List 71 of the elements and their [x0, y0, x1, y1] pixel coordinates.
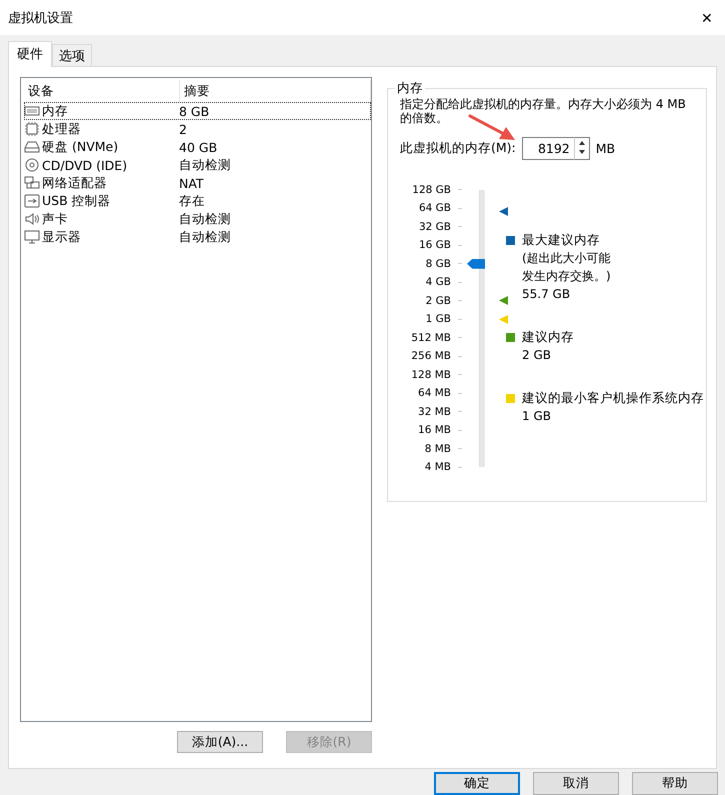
legend-label: 建议内存: [522, 329, 574, 346]
memory-chip-icon: [24, 104, 40, 118]
legend-label: 建议的最小客户机操作系统内存: [522, 390, 704, 408]
scale-label: 8 MB: [424, 442, 451, 455]
unit-label: MB: [596, 141, 616, 156]
legend-value: 55.7 GB: [522, 286, 572, 304]
close-button[interactable]: ✕: [695, 10, 719, 26]
device-row[interactable]: 网络适配器 NAT: [24, 174, 371, 192]
annotation-arrow: [468, 114, 516, 142]
column-header[interactable]: 设备: [24, 80, 180, 102]
device-row[interactable]: CD/DVD (IDE) 自动检测: [24, 156, 371, 174]
speaker-icon: [24, 212, 40, 226]
scale-label: 128 GB: [412, 184, 451, 196]
scale-label: 64 MB: [418, 387, 451, 400]
device-name: 网络适配器: [42, 174, 107, 192]
device-row[interactable]: 处理器 2: [24, 120, 371, 138]
device-row[interactable]: 硬盘 (NVMe) 40 GB: [24, 138, 371, 156]
device-row[interactable]: USB 控制器 存在: [24, 192, 371, 210]
scale-label: 64 GB: [418, 202, 451, 214]
tab[interactable]: 硬件: [8, 41, 52, 68]
device-summary: 自动检测: [179, 210, 231, 228]
scale-label: 8 GB: [426, 258, 451, 270]
scale-label: 512 MB: [411, 332, 451, 344]
column-header[interactable]: 摘要: [180, 80, 371, 102]
processor-chip-icon: [24, 122, 40, 136]
memory-input[interactable]: 8192: [522, 137, 574, 160]
scale-label: 16 GB: [418, 239, 451, 252]
dialog-button[interactable]: 确定: [434, 772, 520, 795]
device-name: 显示器: [42, 228, 81, 246]
usb-icon: [24, 194, 40, 208]
slider-thumb[interactable]: [467, 258, 485, 269]
scale-label: 32 GB: [418, 220, 451, 233]
scale-label: 32 MB: [418, 406, 451, 418]
tab[interactable]: 选项: [52, 44, 92, 66]
scale-label: 4 MB: [424, 461, 451, 474]
device-row[interactable]: 显示器 自动检测: [24, 228, 371, 246]
legend-note: (超出此大小可能发生内存交换。): [522, 250, 612, 286]
window-title: 虚拟机设置: [8, 10, 73, 27]
memory-field-label: 此虚拟机的内存(M):: [400, 140, 516, 158]
group-title: 内存: [396, 80, 424, 98]
device-name: CD/DVD (IDE): [42, 158, 128, 173]
scale-label: 256 MB: [411, 350, 451, 362]
dialog-button[interactable]: 取消: [533, 772, 619, 795]
add-button[interactable]: 添加(A)...: [177, 731, 263, 754]
scale-label: 16 MB: [418, 424, 451, 436]
memory-description: 指定分配给此虚拟机的内存量。内存大小必须为 4 MB 的倍数。: [400, 97, 687, 126]
scale-label: 1 GB: [426, 313, 451, 326]
device-summary: 存在: [179, 192, 205, 210]
device-name: 硬盘 (NVMe): [42, 138, 118, 156]
legend-value: 1 GB: [522, 408, 552, 426]
device-name: 声卡: [42, 210, 68, 228]
legend-value: 2 GB: [522, 347, 552, 364]
monitor-icon: [24, 230, 40, 244]
scale-label: 128 MB: [411, 368, 451, 381]
device-summary: NAT: [179, 176, 204, 191]
device-row[interactable]: 声卡 自动检测: [24, 210, 371, 228]
disc-icon: [24, 158, 40, 172]
scale-label: 2 GB: [426, 294, 451, 307]
device-name: 内存: [42, 102, 68, 120]
device-summary: 40 GB: [179, 140, 218, 155]
device-row[interactable]: 内存 8 GB: [24, 102, 371, 120]
device-summary: 自动检测: [179, 156, 231, 174]
device-name: USB 控制器: [42, 192, 111, 210]
scale-label: 4 GB: [426, 276, 451, 288]
network-icon: [24, 176, 40, 190]
dialog-button[interactable]: 帮助: [632, 772, 718, 795]
device-summary: 2: [179, 122, 187, 137]
device-summary: 8 GB: [179, 104, 210, 119]
device-name: 处理器: [42, 120, 81, 138]
legend-label: 最大建议内存: [522, 232, 600, 250]
device-summary: 自动检测: [179, 228, 231, 246]
